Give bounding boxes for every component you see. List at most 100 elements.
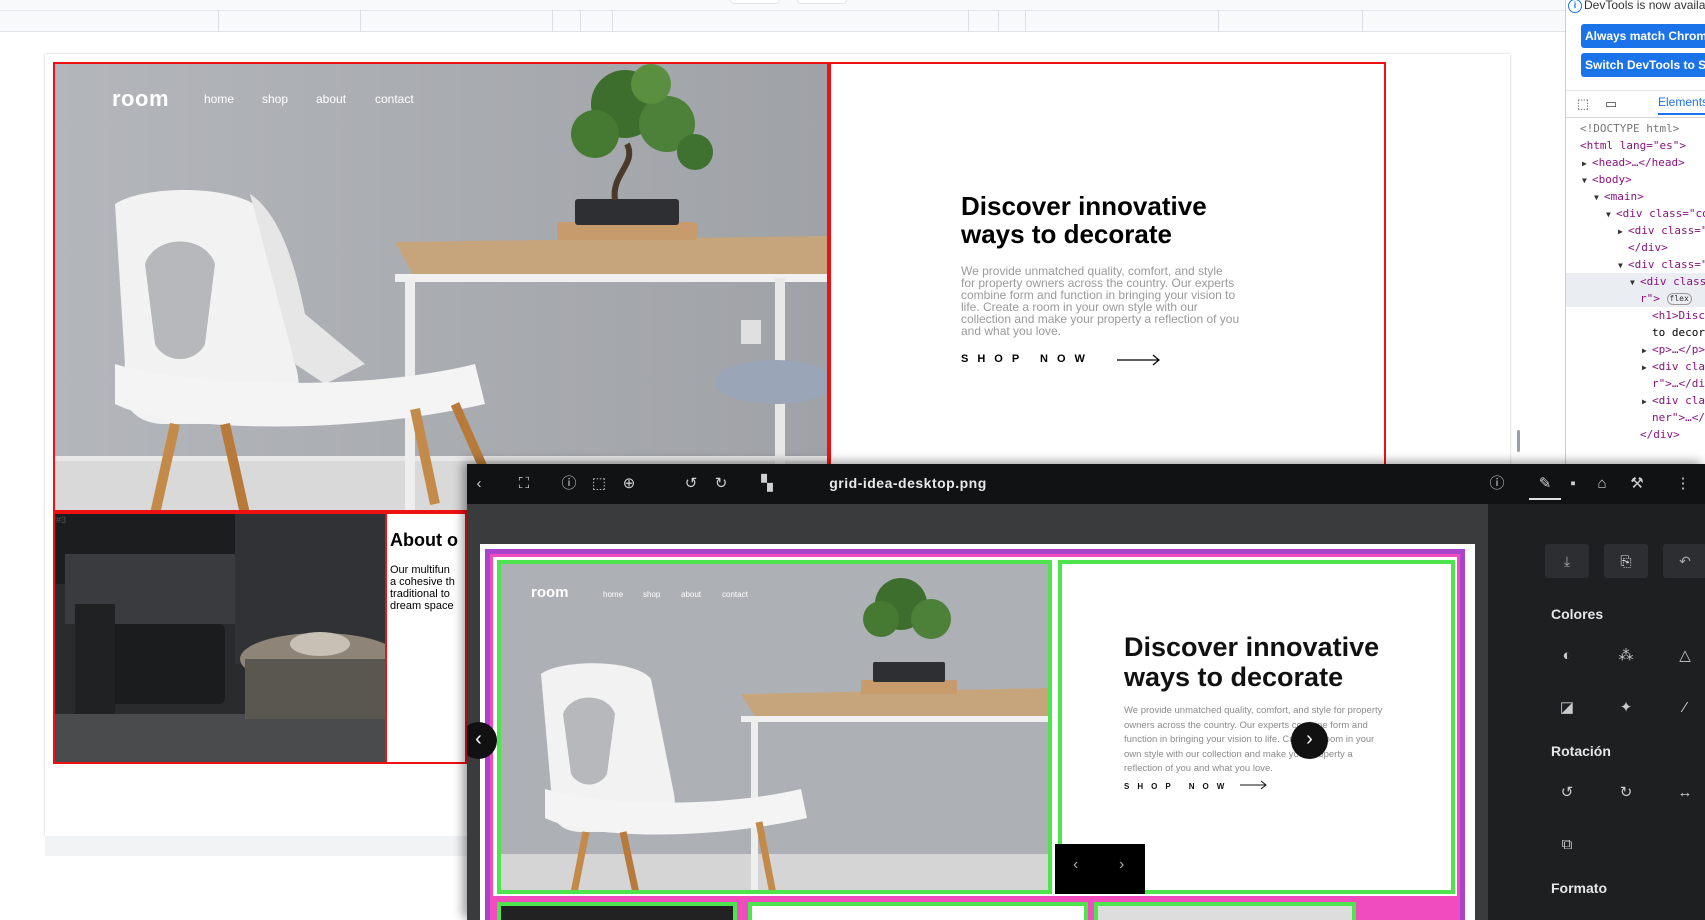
download-icon[interactable]: ⤓ [1545, 544, 1589, 578]
expand-right-icon[interactable]: ▶ [1642, 393, 1652, 410]
tag-icon[interactable]: ⌂ [1592, 474, 1612, 494]
comment-icon[interactable]: ▪ [1563, 474, 1583, 494]
flip-vertical-icon[interactable]: ⧉ [1552, 833, 1582, 857]
shop-now-link[interactable]: SHOP NOW [961, 353, 1094, 365]
ruler-tick [998, 10, 999, 32]
dom-node-text: </div> [1640, 428, 1680, 441]
ruler-tick [552, 10, 553, 32]
undo-icon[interactable]: ↶ [1663, 544, 1705, 578]
ruler-tick [1025, 10, 1026, 32]
dom-node[interactable]: <html lang="es"> [1566, 137, 1705, 154]
dom-node[interactable]: ▶<div class="shop-containe [1566, 358, 1705, 375]
dom-node-text: </div> [1628, 241, 1668, 254]
preview-hero-image: room home shop about contact [497, 560, 1052, 894]
arrow-right-icon[interactable] [1117, 354, 1161, 366]
section-colors: Colores [1551, 606, 1604, 622]
dom-node[interactable]: ▼<div class="container"> [1566, 205, 1705, 222]
dom-node[interactable]: ▶<div class="arrow-contai [1566, 392, 1705, 409]
ruler-tick [580, 10, 581, 32]
switch-devtools-language-button[interactable]: Switch DevTools to Spanish [1581, 53, 1705, 77]
dom-node-text: r">…</div> [1652, 377, 1705, 390]
wrench-icon[interactable]: ⚒ [1627, 474, 1647, 494]
rotate-cw-icon[interactable]: ↻ [1611, 781, 1641, 805]
dom-node[interactable]: ▶ <head>…</head> [1566, 154, 1705, 171]
ruler-tick [360, 10, 361, 32]
info-circle-icon[interactable]: ⓘ [1487, 474, 1507, 494]
dom-node-text: <div class="arrow-contai [1652, 394, 1705, 407]
magic-wand-icon[interactable]: ✦ [1611, 696, 1641, 720]
dom-node[interactable]: <!DOCTYPE html> [1566, 120, 1705, 137]
dom-node[interactable]: ▼ <main> [1566, 188, 1705, 205]
expand-right-icon[interactable]: ▶ [1642, 359, 1652, 376]
pen-icon[interactable]: ✎ [1535, 474, 1555, 494]
tab-elements[interactable]: Elements [1658, 95, 1705, 115]
save-copy-icon[interactable]: ⎘ [1604, 544, 1648, 578]
preview-bottom-cell [1094, 902, 1356, 920]
about-body-line: Our multifun [390, 564, 450, 576]
rotate-ccw-icon[interactable]: ↺ [1552, 781, 1582, 805]
dom-node[interactable]: ▼<div class="text-container [1566, 273, 1705, 290]
eyedropper-icon[interactable]: ⁄ [1670, 696, 1700, 720]
scrollbar-thumb[interactable] [1517, 430, 1520, 452]
preview-paragraph: We provide unmatched quality, comfort, a… [1124, 704, 1404, 777]
dom-node-text: <p>…</p> [1652, 343, 1705, 356]
toolbar-pill[interactable] [730, 0, 780, 4]
image-viewer-window: ‹ ⛶ ⓘ ⬚ ⊕ ↺ ↻ ▚ grid-idea-desktop.png ⓘ … [467, 464, 1705, 920]
exposure-icon[interactable]: ◪ [1552, 696, 1582, 720]
expand-right-icon[interactable]: ▶ [1582, 155, 1592, 172]
hero-heading: Discover innovative ways to decorate [961, 192, 1261, 248]
preview-hero-photo [501, 564, 1048, 890]
dom-node[interactable]: </div> [1566, 426, 1705, 443]
dom-node[interactable]: <h1>Discover innovative ways [1566, 307, 1705, 324]
dom-node-text: r"> [1640, 292, 1660, 305]
nav-link-about[interactable]: about [316, 92, 346, 106]
expand-down-icon[interactable]: ▼ [1582, 172, 1592, 189]
hero-photo [55, 64, 827, 510]
dom-node[interactable]: r"> flex [1566, 290, 1705, 307]
inspect-element-icon[interactable]: ⬚ [1574, 96, 1592, 112]
image-filename: grid-idea-desktop.png [829, 475, 987, 491]
palette-icon[interactable]: ⁂ [1611, 644, 1641, 668]
toolbar-pill[interactable] [797, 0, 847, 4]
preview-nav-about: about [681, 590, 702, 599]
dom-node[interactable]: to decorate</h1> [1566, 324, 1705, 341]
expand-down-icon[interactable]: ▼ [1594, 189, 1604, 206]
dom-node[interactable]: ▶<div class="hero"> [1566, 222, 1705, 239]
dom-node-text: ner">…</div> [1652, 411, 1705, 424]
dom-node[interactable]: ▶ <p>…</p> [1566, 341, 1705, 358]
expand-down-icon[interactable]: ▼ [1606, 206, 1616, 223]
about-body-line: traditional to [390, 588, 450, 600]
hero-paragraph: We provide unmatched quality, comfort, a… [961, 265, 1266, 337]
nav-link-home[interactable]: home [204, 92, 234, 106]
nav-link-contact[interactable]: contact [375, 92, 414, 106]
expand-down-icon[interactable]: ▼ [1630, 274, 1640, 291]
section-rotation: Rotación [1551, 743, 1611, 759]
edit-side-panel: ⤓ ⎘ ↶ Colores ◐ ⁂ △ ◪ ✦ ⁄ Rotación ↺ ↻ ↔… [1488, 504, 1705, 920]
flip-horizontal-icon[interactable]: ↔ [1670, 781, 1700, 805]
image-viewer-toolbar: ‹ ⛶ ⓘ ⬚ ⊕ ↺ ↻ ▚ grid-idea-desktop.png ⓘ … [467, 464, 1705, 504]
ruler-tick [612, 10, 613, 32]
more-vertical-icon[interactable]: ⋮ [1673, 474, 1693, 494]
triangle-icon[interactable]: △ [1670, 644, 1700, 668]
hero-heading-line: Discover innovative [961, 191, 1207, 221]
dom-node[interactable]: r">…</div> [1566, 375, 1705, 392]
always-match-language-button[interactable]: Always match Chrome's language [1581, 24, 1705, 48]
dom-node[interactable]: </div> [1566, 239, 1705, 256]
screen: room home shop about contact Discover in… [0, 0, 1705, 920]
next-image-button[interactable]: › [1291, 722, 1328, 759]
dom-node[interactable]: ▼<div class="hero-text"> [1566, 256, 1705, 273]
expand-right-icon[interactable]: ▶ [1618, 223, 1628, 240]
ruler-tick [1362, 10, 1363, 32]
nav-link-shop[interactable]: shop [262, 92, 288, 106]
contrast-icon[interactable]: ◐ [1552, 644, 1582, 668]
dom-node[interactable]: ner">…</div> [1566, 409, 1705, 426]
site-logo[interactable]: room [112, 86, 169, 112]
preview-nav-shop: shop [643, 590, 661, 599]
dom-node-text: <body> [1592, 173, 1632, 186]
dom-node[interactable]: ▼ <body> [1566, 171, 1705, 188]
expand-down-icon[interactable]: ▼ [1618, 257, 1628, 274]
flex-badge[interactable]: flex [1666, 293, 1692, 305]
dom-node-text: to decorate</h1> [1652, 326, 1705, 339]
expand-right-icon[interactable]: ▶ [1642, 342, 1652, 359]
device-toolbar-icon[interactable]: ▭ [1602, 96, 1620, 112]
